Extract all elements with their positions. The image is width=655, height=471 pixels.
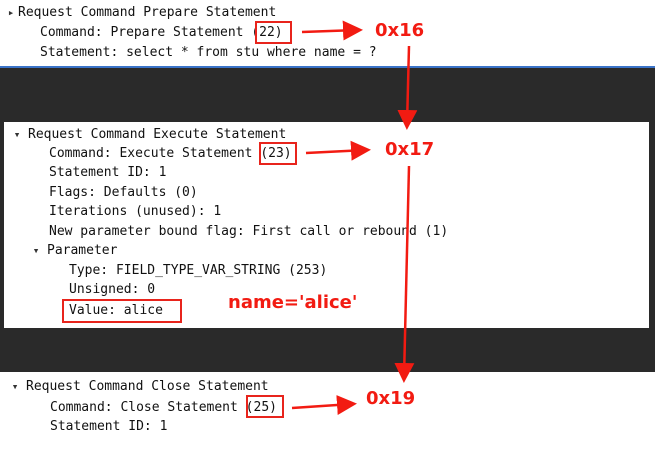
execute-iterations: Iterations (unused): 1 — [49, 204, 222, 219]
chevron-right-icon[interactable]: ▸ — [4, 3, 18, 22]
value-annotation: name='alice' — [228, 292, 358, 313]
execute-hex-annotation: 0x17 — [385, 139, 435, 160]
chevron-down-icon[interactable]: ▾ — [8, 377, 22, 396]
prepare-code-highlight — [255, 21, 292, 44]
prepare-statement-row[interactable]: Statement: select * from stu where name … — [40, 43, 377, 62]
prepare-hex-annotation: 0x16 — [375, 20, 425, 41]
execute-code-highlight — [259, 142, 297, 165]
parameter-unsigned: Unsigned: 0 — [69, 282, 156, 297]
close-command-label: Command: Close Statement — [50, 400, 246, 415]
close-statement-id: Statement ID: 1 — [50, 419, 168, 434]
execute-header-label: Request Command Execute Statement — [28, 127, 287, 142]
prepare-header-label: Request Command Prepare Statement — [18, 5, 277, 20]
prepare-header-row[interactable]: ▸ Request Command Prepare Statement — [4, 3, 277, 22]
prepare-command-label: Command: Prepare Statement — [40, 25, 252, 40]
close-statement-id-row[interactable]: Statement ID: 1 — [50, 417, 167, 436]
parameter-type-row[interactable]: Type: FIELD_TYPE_VAR_STRING (253) — [69, 261, 327, 280]
close-header-row[interactable]: ▾ Request Command Close Statement — [8, 377, 269, 396]
execute-header-row[interactable]: ▾ Request Command Execute Statement — [10, 125, 287, 144]
value-highlight — [62, 299, 182, 323]
parameter-header-row[interactable]: ▾ Parameter — [29, 241, 118, 260]
parameter-unsigned-row[interactable]: Unsigned: 0 — [69, 280, 155, 299]
execute-flags-row[interactable]: Flags: Defaults (0) — [49, 183, 198, 202]
close-hex-annotation: 0x19 — [366, 388, 416, 409]
execute-statement-id-row[interactable]: Statement ID: 1 — [49, 163, 166, 182]
close-code-highlight — [246, 395, 284, 418]
execute-bound-flag-row[interactable]: New parameter bound flag: First call or … — [49, 222, 448, 241]
execute-statement-id: Statement ID: 1 — [49, 165, 167, 180]
prepare-statement-panel: ▸ Request Command Prepare Statement Comma… — [0, 0, 655, 68]
close-statement-panel: ▾ Request Command Close Statement Command… — [0, 372, 655, 471]
prepare-statement-text: Statement: select * from stu where name … — [40, 45, 377, 60]
execute-bound-flag: New parameter bound flag: First call or … — [49, 224, 449, 239]
close-command-row[interactable]: Command: Close Statement (25) — [50, 398, 277, 417]
execute-iterations-row[interactable]: Iterations (unused): 1 — [49, 202, 221, 221]
execute-command-row[interactable]: Command: Execute Statement (23) — [49, 144, 292, 163]
execute-flags: Flags: Defaults (0) — [49, 185, 198, 200]
close-header-label: Request Command Close Statement — [26, 379, 269, 394]
prepare-command-row[interactable]: Command: Prepare Statement (22) — [40, 23, 283, 42]
chevron-down-icon[interactable]: ▾ — [29, 241, 43, 260]
chevron-down-icon[interactable]: ▾ — [10, 125, 24, 144]
parameter-label: Parameter — [47, 243, 118, 258]
parameter-type: Type: FIELD_TYPE_VAR_STRING (253) — [69, 263, 328, 278]
execute-command-label: Command: Execute Statement — [49, 146, 261, 161]
